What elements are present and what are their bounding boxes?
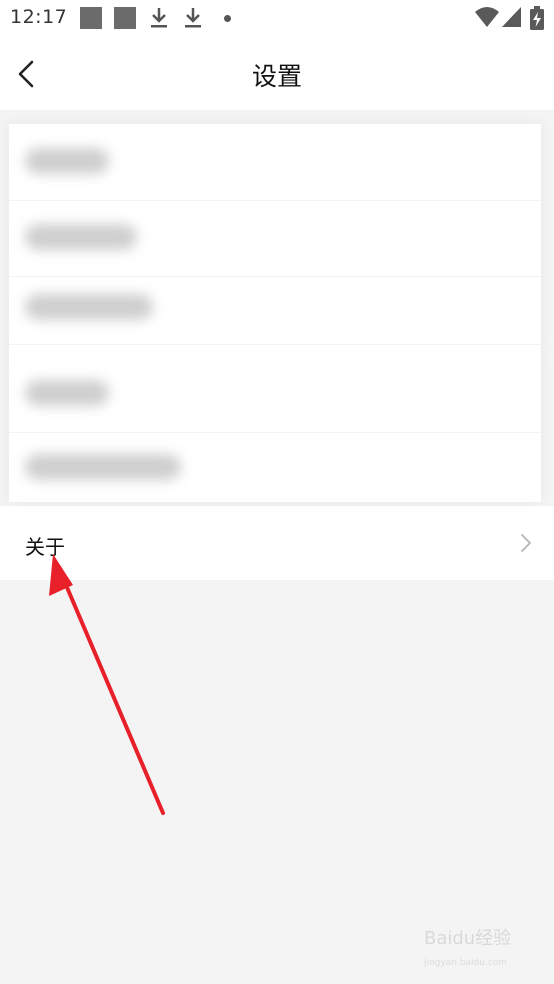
status-bar: 12:17 [0, 0, 554, 38]
blurred-label [25, 148, 109, 174]
about-label: 关于 [25, 535, 65, 559]
download-icon [151, 8, 167, 28]
notification-app-icon [114, 7, 136, 29]
download-icon [185, 8, 201, 28]
watermark-url: jingyan.baidu.com [424, 958, 508, 968]
more-notifications-icon [224, 15, 231, 22]
blurred-settings-list [9, 124, 541, 502]
battery-charging-icon [530, 6, 544, 30]
navigation-bar: 设置 [0, 38, 554, 110]
blurred-setting-row[interactable] [9, 124, 541, 201]
wifi-icon [475, 7, 499, 27]
blurred-setting-row[interactable] [9, 200, 541, 277]
blurred-setting-row[interactable] [9, 272, 541, 345]
notification-app-icon [80, 7, 102, 29]
watermark-brand: Baidu经验 [424, 928, 512, 949]
chevron-right-icon [521, 534, 531, 552]
blurred-label [25, 224, 137, 250]
settings-item-about[interactable]: 关于 [0, 506, 554, 580]
section-gap [0, 110, 554, 124]
blurred-label [25, 294, 153, 320]
blurred-label [25, 380, 109, 406]
page-title: 设置 [251, 62, 302, 91]
cellular-signal-icon [502, 7, 521, 27]
blurred-setting-row[interactable] [9, 356, 541, 433]
blurred-label [25, 454, 181, 480]
blurred-setting-row[interactable] [9, 432, 541, 502]
status-time: 12:17 [10, 6, 68, 28]
